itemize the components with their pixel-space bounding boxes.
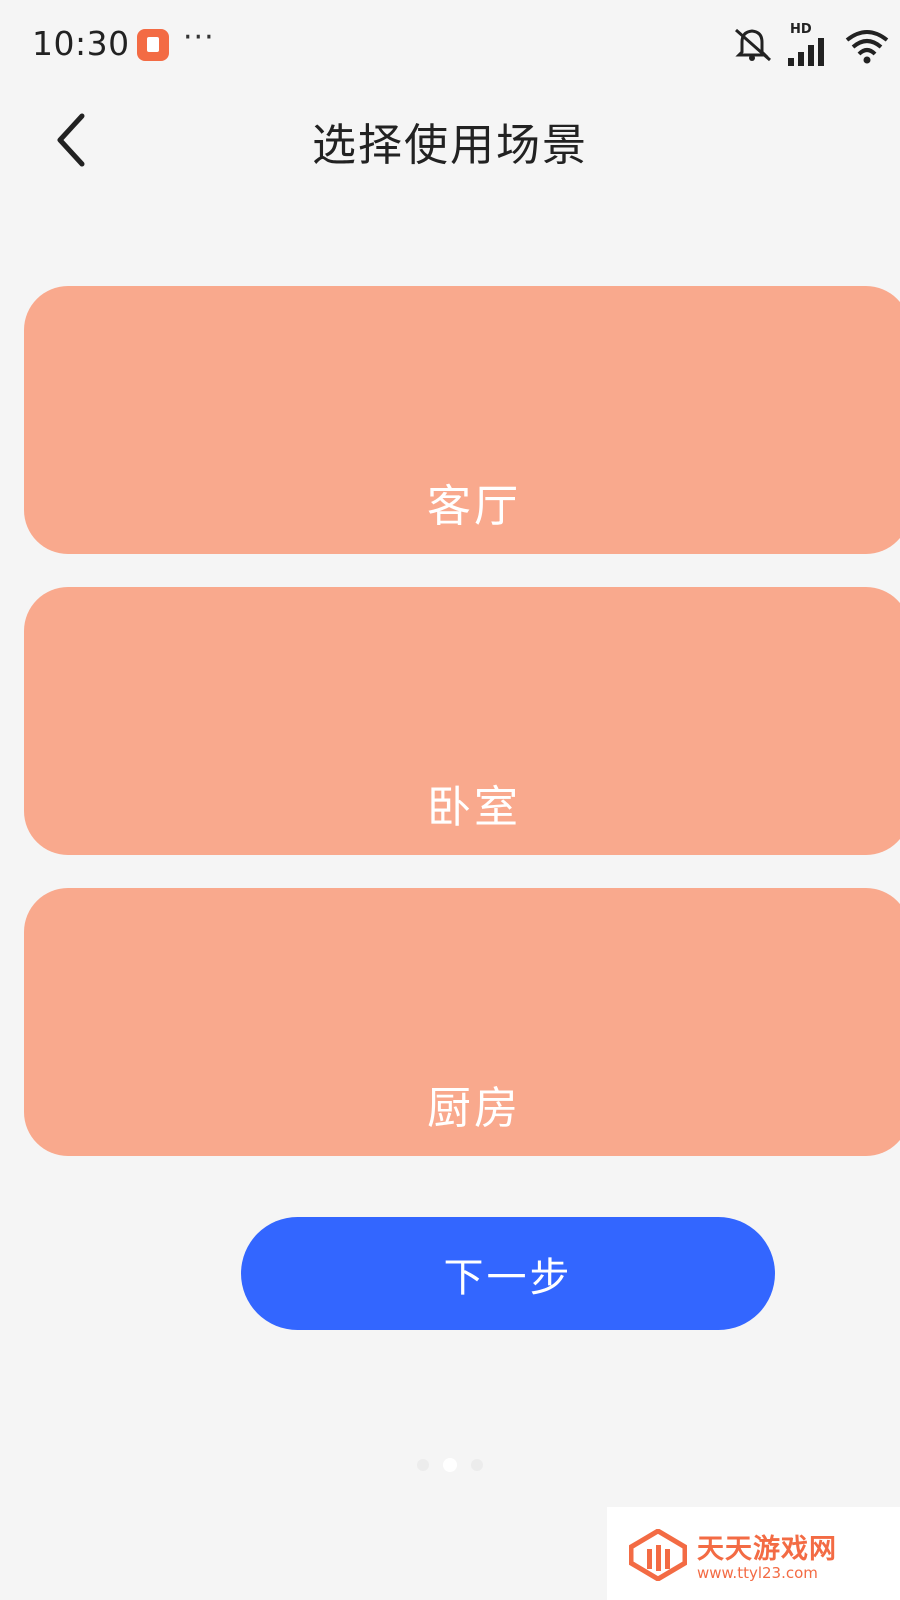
scene-card-label: 客厅 — [427, 481, 521, 532]
next-step-button[interactable]: 下一步 — [241, 1217, 775, 1330]
hd-label: HD — [790, 22, 812, 37]
watermark-logo-icon — [628, 1528, 688, 1585]
scene-card-label: 厨房 — [427, 1083, 521, 1134]
more-icon: ··· — [183, 20, 215, 55]
scene-card-living-room[interactable]: 客厅 — [24, 286, 900, 554]
header: 选择使用场景 — [0, 95, 900, 185]
scene-card-kitchen[interactable]: 厨房 — [24, 888, 900, 1156]
page-dot — [471, 1459, 483, 1471]
page-title: 选择使用场景 — [312, 120, 588, 171]
page-indicator — [0, 1458, 900, 1472]
status-time: 10:30 — [32, 24, 130, 63]
watermark-title: 天天游戏网 — [697, 1534, 837, 1565]
notification-app-icon — [137, 29, 169, 61]
scene-card-bedroom[interactable]: 卧室 — [24, 587, 900, 855]
system-status-icons: HD — [730, 22, 900, 66]
watermark: 天天游戏网 www.ttyl23.com — [607, 1507, 900, 1600]
page-dot — [417, 1459, 429, 1471]
signal-icon — [788, 36, 832, 70]
page-dot-active — [443, 1458, 457, 1472]
status-bar: 10:30 ··· HD — [0, 0, 900, 90]
watermark-url: www.ttyl23.com — [697, 1564, 818, 1582]
mute-icon — [732, 26, 776, 66]
scene-card-label: 卧室 — [427, 782, 521, 833]
wifi-icon — [845, 28, 889, 68]
